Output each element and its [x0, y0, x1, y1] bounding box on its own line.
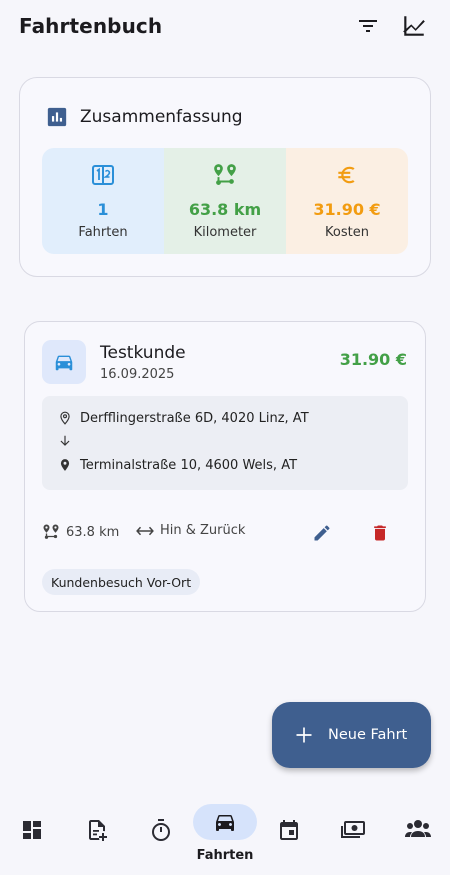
dashboard-icon	[23, 821, 41, 839]
nav-timer[interactable]	[131, 796, 191, 875]
route-to: Terminalstraße 10, 4600 Wels, AT	[58, 457, 297, 473]
app-bar: Fahrtenbuch	[0, 0, 450, 52]
nav-customers[interactable]	[388, 796, 448, 875]
filter-icon	[359, 20, 377, 32]
trip-car-icon-box	[42, 340, 86, 384]
bottom-navigation: Fahrten	[0, 796, 450, 875]
new-trip-button[interactable]: Neue Fahrt	[272, 702, 431, 768]
car-icon	[55, 355, 73, 371]
stat-kilometers: 63.8 km Kilometer	[164, 148, 286, 254]
nav-trips[interactable]: Fahrten	[193, 796, 257, 875]
stat-kilometers-label: Kilometer	[193, 225, 257, 240]
nav-finances[interactable]	[323, 796, 383, 875]
stat-trips-value: 1	[97, 200, 109, 219]
arrow-down-icon	[58, 433, 72, 449]
stat-kilometers-value: 63.8 km	[188, 200, 262, 219]
nav-trips-label: Fahrten	[196, 848, 254, 863]
trip-type-label: Hin & Zurück	[160, 523, 246, 538]
trip-card[interactable]: Testkunde 16.09.2025 31.90 € Derfflinger…	[24, 321, 426, 612]
trip-type: Hin & Zurück	[136, 523, 245, 538]
route-icon	[214, 164, 236, 185]
edit-trip-button[interactable]	[307, 518, 337, 548]
line-chart-icon	[403, 16, 425, 36]
statistics-button[interactable]	[394, 6, 434, 46]
delete-trip-button[interactable]	[365, 518, 395, 548]
trip-customer: Testkunde	[100, 343, 186, 363]
stat-costs: 31.90 € Kosten	[286, 148, 408, 254]
trip-price: 31.90 €	[339, 350, 407, 369]
edit-icon	[314, 525, 330, 541]
trip-date: 16.09.2025	[100, 367, 175, 382]
route-to-address: Terminalstraße 10, 4600 Wels, AT	[80, 457, 298, 473]
location-filled-icon	[60, 459, 70, 471]
euro-icon	[338, 166, 355, 184]
plus-icon	[296, 727, 312, 743]
bar-chart-icon	[47, 107, 67, 127]
route-from-address: Derfflingerstraße 6D, 4020 Linz, AT	[80, 410, 309, 426]
summary-header: Zusammenfassung	[46, 106, 243, 128]
group-icon	[405, 820, 431, 837]
page-title: Fahrtenbuch	[19, 14, 163, 38]
new-trip-label: Neue Fahrt	[328, 727, 408, 743]
route-from: Derfflingerstraße 6D, 4020 Linz, AT	[58, 410, 309, 426]
trip-purpose-tag: Kundenbesuch Vor-Ort	[42, 569, 201, 595]
stat-trips-label: Fahrten	[78, 225, 128, 240]
stat-costs-value: 31.90 €	[313, 200, 381, 219]
stat-costs-label: Kosten	[325, 225, 369, 240]
money-icon	[341, 821, 365, 838]
route-small-icon	[43, 524, 59, 539]
calendar-icon	[280, 820, 298, 840]
counter-icon	[92, 165, 114, 185]
note-add-icon	[89, 820, 107, 841]
filter-button[interactable]	[348, 6, 388, 46]
summary-title: Zusammenfassung	[80, 107, 243, 127]
location-pin-icon	[60, 411, 70, 425]
trip-distance: 63.8 km	[42, 523, 119, 541]
trip-distance-value: 63.8 km	[66, 524, 120, 540]
swap-horiz-icon	[136, 526, 154, 535]
car-icon	[216, 815, 234, 831]
stat-trips: 1 Fahrten	[42, 148, 164, 254]
nav-calendar[interactable]	[259, 796, 319, 875]
nav-trips-indicator	[193, 804, 257, 840]
summary-card: Zusammenfassung 1 Fahrten 63.8 km Kilome…	[19, 77, 431, 277]
timer-icon	[152, 819, 170, 841]
nav-documents[interactable]	[67, 796, 127, 875]
nav-dashboard[interactable]	[2, 796, 62, 875]
trip-route: Derfflingerstraße 6D, 4020 Linz, AT Term…	[42, 396, 408, 490]
trash-icon	[374, 525, 386, 541]
